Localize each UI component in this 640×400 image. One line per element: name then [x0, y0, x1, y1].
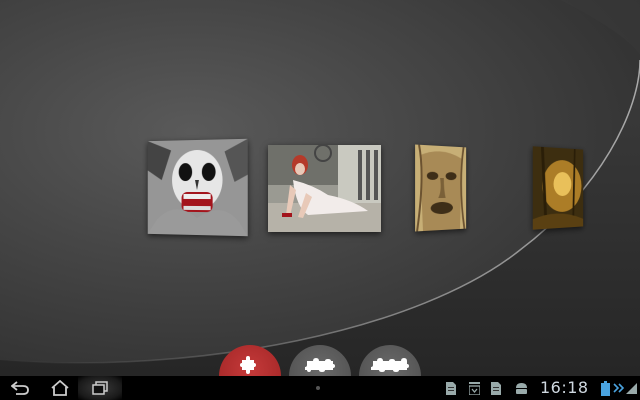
system-navigation-bar: 16:18: [0, 376, 640, 400]
ghost-bride-image: [268, 145, 381, 232]
page-indicator-dot: [316, 386, 320, 390]
document-icon: [491, 381, 501, 395]
document-icon: [446, 381, 456, 395]
zombie-face-card[interactable]: [147, 138, 248, 237]
wifi-icon: [625, 382, 637, 394]
recent-apps-button[interactable]: [78, 376, 122, 400]
golden-forest-image: [532, 146, 584, 230]
home-icon: [51, 380, 69, 396]
bride-crawling-card[interactable]: [268, 145, 381, 232]
golden-forest-card[interactable]: [532, 146, 584, 230]
battery-status[interactable]: [598, 380, 612, 396]
tree-face-image: [415, 144, 467, 232]
back-icon: [11, 381, 29, 395]
notification-download[interactable]: [467, 380, 481, 396]
status-clock[interactable]: 16:18: [540, 378, 589, 398]
tree-face-card[interactable]: [415, 144, 467, 232]
battery-icon: [600, 380, 610, 396]
android-icon: [515, 382, 527, 394]
puzzle-piece-icon: [240, 356, 256, 374]
app-screen: [0, 0, 640, 376]
notification-document[interactable]: [444, 380, 458, 396]
puzzle-medium-icon: [305, 358, 335, 372]
notification-android[interactable]: [514, 380, 528, 396]
home-button[interactable]: [40, 376, 80, 400]
notification-document-2[interactable]: [489, 380, 503, 396]
puzzle-large-icon: [371, 358, 409, 372]
back-button[interactable]: [0, 376, 40, 400]
zombie-face-image: [147, 138, 248, 237]
wifi-status[interactable]: [624, 380, 638, 396]
download-icon: [468, 381, 480, 395]
recent-apps-icon: [92, 381, 108, 395]
